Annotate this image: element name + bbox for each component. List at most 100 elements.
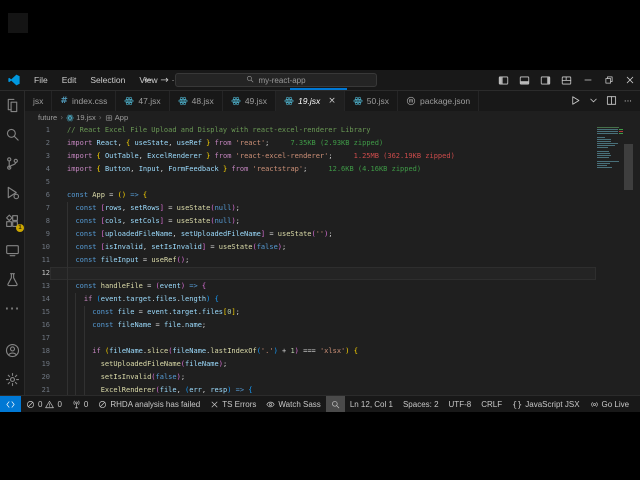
- restore-button[interactable]: [598, 70, 619, 90]
- activity-explorer[interactable]: [4, 97, 20, 113]
- toggle-sidebar-icon: [498, 75, 509, 86]
- code-line[interactable]: 9 const [uploadedFileName, setUploadedFi…: [25, 228, 640, 241]
- minimap[interactable]: [597, 127, 623, 169]
- code-editor[interactable]: 1// React Excel File Upload and Display …: [25, 124, 640, 395]
- tab-index-css[interactable]: #index.css: [52, 91, 116, 111]
- code-line[interactable]: 10 const [isInvalid, setIsInvalid] = use…: [25, 241, 640, 254]
- command-center-search[interactable]: my-react-app: [175, 73, 377, 87]
- code-line[interactable]: 16 const fileName = file.name;: [25, 319, 640, 332]
- nav-forward-icon[interactable]: →: [160, 75, 168, 86]
- code-line[interactable]: 2import React, { useState, useRef } from…: [25, 137, 640, 150]
- scrollbar-thumb[interactable]: [624, 144, 633, 190]
- nav-back-icon[interactable]: ←: [144, 75, 152, 86]
- code-line[interactable]: 5: [25, 176, 640, 189]
- status-problems[interactable]: 00: [21, 396, 67, 412]
- activity-source-control[interactable]: [4, 155, 20, 171]
- breadcrumb-item-app[interactable]: App: [105, 113, 128, 122]
- tab-48-jsx[interactable]: 48.jsx: [170, 91, 223, 111]
- status-ports[interactable]: 0: [67, 396, 93, 412]
- menu-item-file[interactable]: File: [27, 75, 55, 85]
- status-indentation[interactable]: Spaces: 2: [398, 396, 444, 412]
- code-line[interactable]: 3import { OutTable, ExcelRenderer } from…: [25, 150, 640, 163]
- tab-label: 19.jsx: [298, 96, 320, 106]
- status-watch-sass[interactable]: Watch Sass: [261, 396, 325, 412]
- code-line[interactable]: 7 const [rows, setRows] = useState(null)…: [25, 202, 640, 215]
- status-ts-errors[interactable]: TS Errors: [205, 396, 261, 412]
- code-line[interactable]: 18 if (fileName.slice(fileName.lastIndex…: [25, 345, 640, 358]
- vscode-logo-icon: [8, 74, 20, 86]
- status-zoom-indicator[interactable]: [326, 396, 345, 412]
- customize-layout-icon: [561, 75, 572, 86]
- breadcrumb-item-19-jsx[interactable]: 19.jsx: [66, 113, 96, 122]
- magnifier-icon: [331, 400, 340, 409]
- status-eol[interactable]: CRLF: [476, 396, 507, 412]
- status-remote-indicator[interactable]: [0, 396, 21, 412]
- code-line[interactable]: 6const App = () => {: [25, 189, 640, 202]
- code-line[interactable]: 12: [25, 267, 640, 280]
- react-icon: [178, 96, 188, 106]
- status-language-mode[interactable]: {}JavaScript JSX: [507, 396, 584, 412]
- editor-group: jsx#index.css 47.jsx 48.jsx 49.jsx 19.jsx × 50…: [25, 91, 640, 395]
- status-github[interactable]: [634, 396, 640, 412]
- tab-label: 47.jsx: [138, 96, 160, 106]
- activity-settings[interactable]: [4, 371, 20, 387]
- status-go-live[interactable]: Go Live: [585, 396, 635, 412]
- code-text: const [isInvalid, setIsInvalid] = useSta…: [50, 241, 596, 254]
- toggle-panel-button[interactable]: [514, 70, 535, 90]
- activity-run-debug[interactable]: [4, 184, 20, 200]
- more-actions-button[interactable]: ···: [624, 96, 632, 107]
- search-icon: [246, 75, 254, 85]
- code-line[interactable]: 11 const fileInput = useRef();: [25, 254, 640, 267]
- activity-extensions[interactable]: 1: [4, 213, 20, 229]
- code-line[interactable]: 13 const handleFile = (event) => {: [25, 280, 640, 293]
- line-number: 3: [25, 150, 50, 163]
- breadcrumb-item-future[interactable]: future: [38, 113, 57, 122]
- remote-icon: [6, 400, 15, 409]
- toggle-panel-icon: [519, 75, 530, 86]
- activity-testing[interactable]: [4, 271, 20, 287]
- menu-item-edit[interactable]: Edit: [55, 75, 84, 85]
- code-line[interactable]: 17: [25, 332, 640, 345]
- tab-50-jsx[interactable]: 50.jsx: [345, 91, 398, 111]
- activity-remote-explorer[interactable]: [4, 242, 20, 258]
- split-editor-button[interactable]: [606, 95, 617, 108]
- tab-49-jsx[interactable]: 49.jsx: [223, 91, 276, 111]
- status-text: 0: [38, 400, 42, 409]
- tab-package-json[interactable]: package.json: [398, 91, 479, 111]
- line-number: 20: [25, 371, 50, 384]
- warning-icon: [45, 400, 54, 409]
- code-line[interactable]: 15 const file = event.target.files[0];: [25, 306, 640, 319]
- code-line[interactable]: 1// React Excel File Upload and Display …: [25, 124, 640, 137]
- run-dropdown-button[interactable]: [588, 95, 599, 108]
- code-line[interactable]: 21 ExcelRenderer(file, (err, resp) => {: [25, 384, 640, 395]
- code-line[interactable]: 14 if (event.target.files.length) {: [25, 293, 640, 306]
- run-button[interactable]: [570, 95, 581, 108]
- code-text: [50, 267, 596, 280]
- tab-47-jsx[interactable]: 47.jsx: [116, 91, 169, 111]
- title-bar: FileEditSelectionView··· ← → my-react-ap…: [0, 70, 640, 91]
- menu-item-selection[interactable]: Selection: [83, 75, 132, 85]
- code-line[interactable]: 19 setUploadedFileName(fileName);: [25, 358, 640, 371]
- tab-label: 49.jsx: [245, 96, 267, 106]
- code-text: ExcelRenderer(file, (err, resp) => {: [50, 384, 596, 395]
- status-encoding[interactable]: UTF-8: [444, 396, 477, 412]
- activity-more[interactable]: ···: [4, 300, 20, 316]
- tab-19-jsx[interactable]: 19.jsx ×: [276, 91, 345, 111]
- customize-layout-button[interactable]: [556, 70, 577, 90]
- close-button[interactable]: [619, 70, 640, 90]
- status-cursor-position[interactable]: Ln 12, Col 1: [345, 396, 398, 412]
- code-line[interactable]: 8 const [cols, setCols] = useState(null)…: [25, 215, 640, 228]
- status-rhda-status[interactable]: RHDA analysis has failed: [93, 396, 205, 412]
- activity-search[interactable]: [4, 126, 20, 142]
- activity-account[interactable]: [4, 342, 20, 358]
- minimize-icon: [583, 75, 593, 85]
- minimize-button[interactable]: [577, 70, 598, 90]
- code-line[interactable]: 4import { Button, Input, FormFeedback } …: [25, 163, 640, 176]
- toggle-secondary-sidebar-button[interactable]: [535, 70, 556, 90]
- code-line[interactable]: 20 setIsInvalid(false);: [25, 371, 640, 384]
- toggle-sidebar-button[interactable]: [493, 70, 514, 90]
- status-text: Go Live: [602, 400, 630, 409]
- tab-jsx[interactable]: jsx: [25, 91, 52, 111]
- status-right: Ln 12, Col 1Spaces: 2UTF-8CRLF{}JavaScri…: [345, 396, 640, 412]
- tab-close-icon[interactable]: ×: [328, 96, 336, 106]
